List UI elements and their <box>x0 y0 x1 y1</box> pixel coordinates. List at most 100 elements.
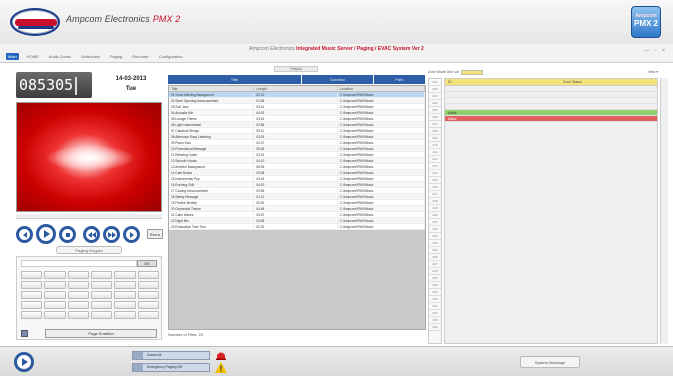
keypad-key[interactable] <box>21 271 43 279</box>
zone-row-alarm[interactable]: Alarm <box>445 116 657 122</box>
table-row[interactable]: 23 Evacuation Tone Test 00:30 C:\Ampcom\PM… <box>169 224 425 230</box>
keypad-key[interactable] <box>44 301 66 309</box>
zone-id[interactable]: Z24 <box>429 240 441 247</box>
zone-id[interactable]: Z33 <box>429 303 441 310</box>
header-title[interactable]: Title <box>169 86 255 91</box>
zone-id[interactable]: Z21 <box>429 219 441 226</box>
keypad-key[interactable] <box>44 291 66 299</box>
tab-home[interactable]: HOME <box>25 53 41 60</box>
zone-id[interactable]: Z12 <box>429 156 441 163</box>
keypad-key[interactable] <box>137 311 159 319</box>
keypad-key[interactable] <box>67 271 89 279</box>
keypad-key[interactable] <box>91 291 113 299</box>
zone-scrollbar[interactable] <box>660 78 668 344</box>
zone-id[interactable]: Z13 <box>429 163 441 170</box>
column-path[interactable]: Path <box>374 75 426 84</box>
keypad-key[interactable] <box>21 311 43 319</box>
keypad-key[interactable] <box>137 281 159 289</box>
keypad-key[interactable] <box>137 291 159 299</box>
start-button[interactable] <box>14 352 34 372</box>
zone-id[interactable]: Z14 <box>429 170 441 177</box>
tab-schedules[interactable]: Schedules <box>79 53 102 60</box>
zone-id[interactable]: Z29 <box>429 275 441 282</box>
keypad-key[interactable] <box>114 271 136 279</box>
keypad-key[interactable] <box>21 301 43 309</box>
zone-id[interactable]: Z18 <box>429 198 441 205</box>
header-length[interactable]: Length <box>254 86 338 91</box>
forward-button[interactable] <box>103 225 120 243</box>
keypad-key[interactable] <box>67 291 89 299</box>
zone-id[interactable]: Z09 <box>429 135 441 142</box>
zone-id[interactable]: Z16 <box>429 184 441 191</box>
tab-main[interactable]: Main <box>6 53 19 60</box>
zone-id[interactable]: Z36 <box>429 324 441 331</box>
keypad-key[interactable] <box>21 291 43 299</box>
column-title[interactable]: Title <box>168 75 302 84</box>
keypad-key[interactable] <box>67 311 89 319</box>
keypad-key[interactable] <box>91 311 113 319</box>
all-zones-button[interactable]: Zones All <box>132 351 210 360</box>
window-controls[interactable]: — ▫ × <box>645 48 667 54</box>
zone-view-dropdown[interactable]: View ▾ <box>648 68 658 76</box>
zone-id[interactable]: Z03 <box>429 93 441 100</box>
zone-id[interactable]: Z22 <box>429 226 441 233</box>
zone-filter-field[interactable] <box>461 69 484 75</box>
zone-id[interactable]: Z06 <box>429 114 441 121</box>
run-mode-button[interactable]: Run ▸ <box>147 229 163 239</box>
zone-id[interactable]: Z02 <box>429 86 441 93</box>
zone-id[interactable]: Z26 <box>429 254 441 261</box>
page-enabled-button[interactable]: Page Enabled <box>45 329 157 338</box>
zone-id[interactable]: Z20 <box>429 212 441 219</box>
zone-id[interactable]: Z32 <box>429 296 441 303</box>
zone-id[interactable]: Z10 <box>429 142 441 149</box>
zone-id[interactable]: Z28 <box>429 268 441 275</box>
keypad-key[interactable] <box>114 291 136 299</box>
keypad-key[interactable] <box>21 281 43 289</box>
keypad-key[interactable] <box>91 281 113 289</box>
keypad-key[interactable] <box>67 281 89 289</box>
keypad-key[interactable] <box>91 301 113 309</box>
tab-configuration[interactable]: Configuration <box>157 53 185 60</box>
keypad-input[interactable] <box>21 260 137 267</box>
emergency-paging-button[interactable]: Emergency Paging Off <box>132 363 210 372</box>
zone-id[interactable]: Z30 <box>429 282 441 289</box>
zone-id[interactable]: Z19 <box>429 205 441 212</box>
previous-button[interactable] <box>16 225 33 243</box>
keypad-key[interactable] <box>137 301 159 309</box>
video-scrollbar[interactable] <box>16 214 162 219</box>
keypad-key[interactable] <box>114 281 136 289</box>
column-duration[interactable]: Duration <box>302 75 374 84</box>
rewind-button[interactable] <box>83 225 100 243</box>
zone-id[interactable]: Z17 <box>429 191 441 198</box>
zone-id[interactable]: Z08 <box>429 128 441 135</box>
keypad-ok-button[interactable]: OK <box>137 260 157 267</box>
zone-id[interactable]: Z05 <box>429 107 441 114</box>
keypad-key[interactable] <box>44 281 66 289</box>
keypad-key[interactable] <box>67 301 89 309</box>
zone-id[interactable]: Z25 <box>429 247 441 254</box>
keypad-key[interactable] <box>44 311 66 319</box>
zone-id[interactable]: Z35 <box>429 317 441 324</box>
keypad-key[interactable] <box>44 271 66 279</box>
playlist-tab[interactable]: Playlist <box>274 66 318 72</box>
next-button[interactable] <box>123 225 140 243</box>
zone-id[interactable]: Z34 <box>429 310 441 317</box>
zone-id[interactable]: Z23 <box>429 233 441 240</box>
page-enable-checkbox[interactable] <box>21 330 28 337</box>
keypad-key[interactable] <box>91 271 113 279</box>
tab-recorder[interactable]: Recorder <box>130 53 150 60</box>
keypad-key[interactable] <box>137 271 159 279</box>
zone-id[interactable]: Z31 <box>429 289 441 296</box>
play-button[interactable] <box>36 224 56 244</box>
tab-paging[interactable]: Paging <box>108 53 124 60</box>
keypad-key[interactable] <box>114 301 136 309</box>
zone-id[interactable]: Z11 <box>429 149 441 156</box>
tab-audio-zones[interactable]: Audio Zones <box>47 53 73 60</box>
header-location[interactable]: Location <box>338 86 425 91</box>
system-message-button[interactable]: System Message <box>520 356 580 368</box>
zone-id[interactable]: Z27 <box>429 261 441 268</box>
zone-id[interactable]: Z04 <box>429 100 441 107</box>
zone-id[interactable]: Z01 <box>429 79 441 86</box>
keypad-key[interactable] <box>114 311 136 319</box>
zone-id[interactable]: Z15 <box>429 177 441 184</box>
